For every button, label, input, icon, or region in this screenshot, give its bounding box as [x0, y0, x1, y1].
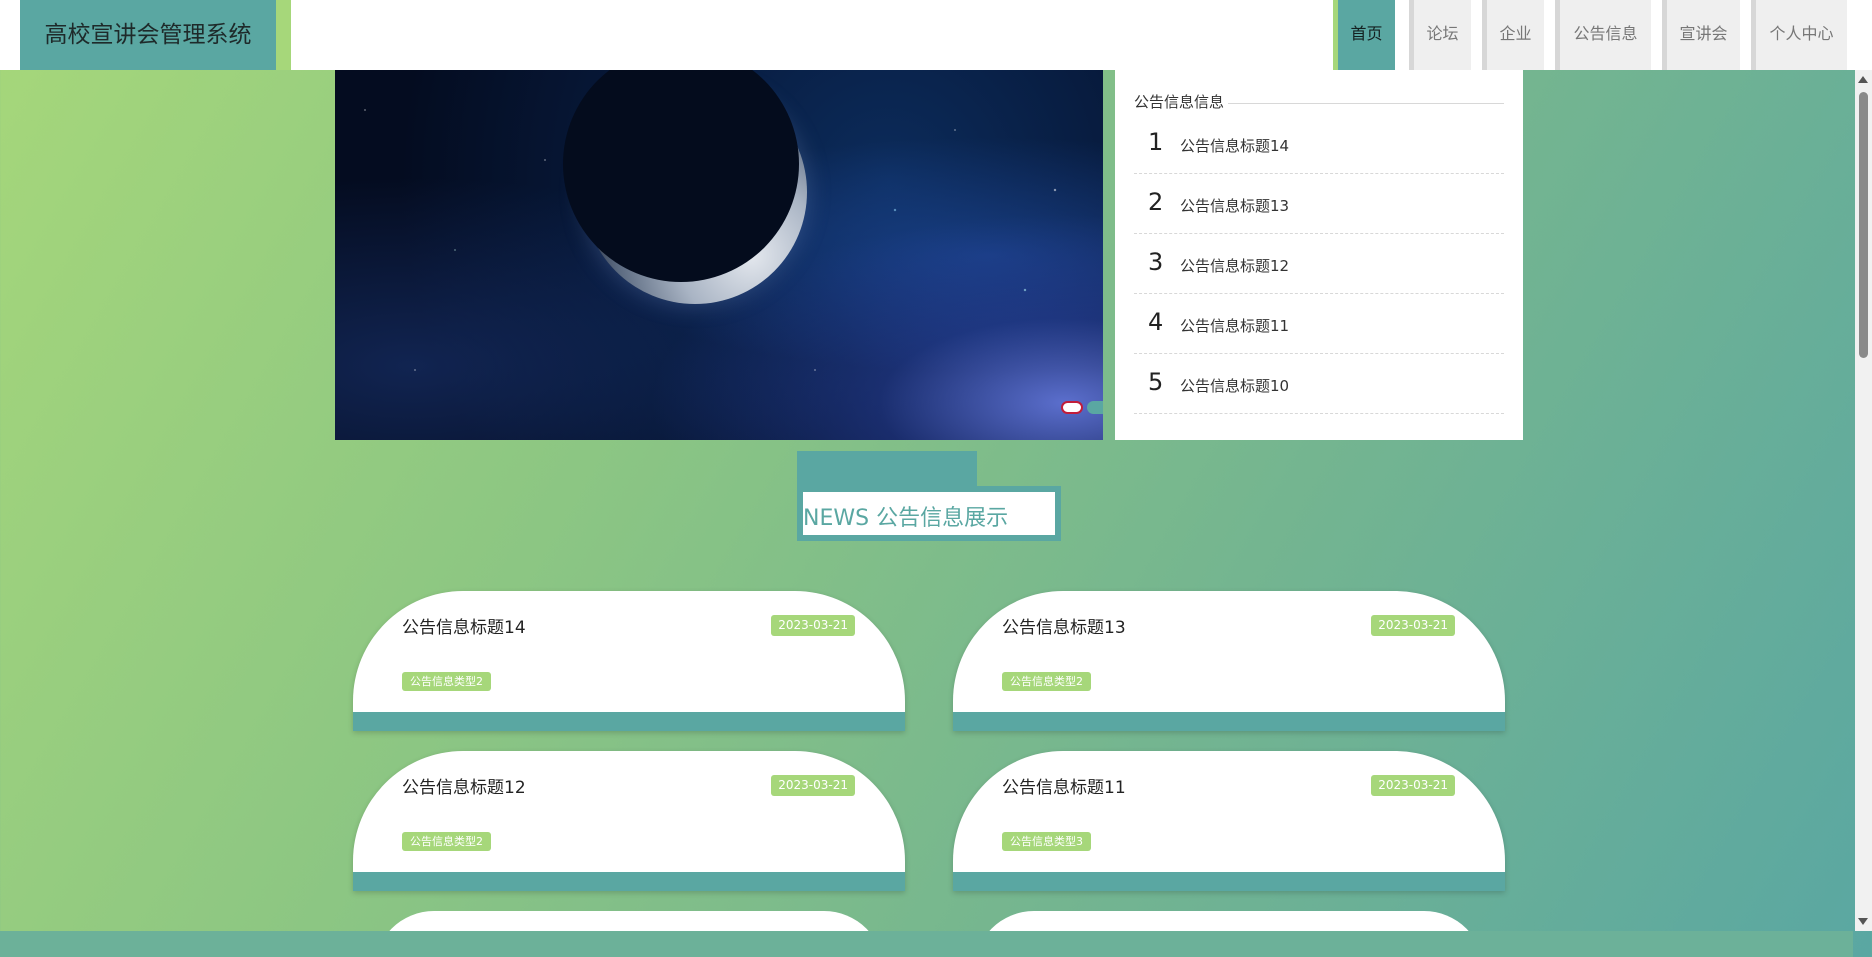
notice-panel: 公告信息信息 1 公告信息标题14 2 公告信息标题13 3 公告信息标题12 … — [1115, 70, 1523, 440]
news-card-title[interactable]: 公告信息标题11 — [1002, 773, 1126, 798]
notice-rank: 2 — [1148, 188, 1164, 216]
section-title: NEWS 公告信息展示 — [803, 506, 1009, 531]
notice-link[interactable]: 公告信息标题11 — [1180, 315, 1289, 336]
news-card-type: 公告信息类型2 — [1002, 672, 1091, 691]
carousel-dot-2[interactable] — [1087, 401, 1103, 414]
news-card-bottom-bar — [953, 712, 1505, 731]
news-card[interactable]: 公告信息标题12 2023-03-21 公告信息类型2 — [353, 751, 905, 891]
notice-link[interactable]: 公告信息标题13 — [1180, 195, 1289, 216]
notice-list-item[interactable]: 1 公告信息标题14 — [1134, 114, 1504, 174]
scroll-thumb[interactable] — [1859, 92, 1868, 358]
notice-list-item[interactable]: 2 公告信息标题13 — [1134, 174, 1504, 234]
news-card-date: 2023-03-21 — [771, 615, 855, 636]
news-card-date: 2023-03-21 — [1371, 775, 1455, 796]
footer-strip — [0, 931, 1853, 957]
carousel-dot-1[interactable] — [1061, 401, 1083, 414]
section-title-block — [797, 451, 977, 487]
notice-link[interactable]: 公告信息标题10 — [1180, 375, 1289, 396]
top-header: 高校宣讲会管理系统 首页 论坛 企业 公告信息 宣讲会 个人中心 — [0, 0, 1872, 70]
notice-rank: 3 — [1148, 248, 1164, 276]
news-card-date: 2023-03-21 — [1371, 615, 1455, 636]
news-card-bottom-bar — [953, 872, 1505, 891]
news-card-title[interactable]: 公告信息标题14 — [402, 613, 526, 638]
news-card-type: 公告信息类型2 — [402, 832, 491, 851]
notice-list-item[interactable]: 3 公告信息标题12 — [1134, 234, 1504, 294]
page-scrollbar[interactable] — [1855, 70, 1872, 931]
news-card[interactable]: 公告信息标题11 2023-03-21 公告信息类型3 — [953, 751, 1505, 891]
scroll-down-arrow-icon[interactable] — [1858, 918, 1868, 925]
notice-panel-title: 公告信息信息 — [1134, 91, 1229, 112]
notice-list-item[interactable]: 4 公告信息标题11 — [1134, 294, 1504, 354]
nav-notices[interactable]: 公告信息 — [1555, 0, 1651, 70]
news-card[interactable]: 公告信息标题14 2023-03-21 公告信息类型2 — [353, 591, 905, 731]
nav-seminars[interactable]: 宣讲会 — [1662, 0, 1740, 70]
news-card-type: 公告信息类型3 — [1002, 832, 1091, 851]
notice-list-item[interactable]: 5 公告信息标题10 — [1134, 354, 1504, 414]
news-card-title[interactable]: 公告信息标题12 — [402, 773, 526, 798]
notice-rank: 4 — [1148, 308, 1164, 336]
nav-enterprise[interactable]: 企业 — [1482, 0, 1544, 70]
nav-personal-center[interactable]: 个人中心 — [1751, 0, 1847, 70]
banner-carousel[interactable] — [335, 70, 1103, 440]
notice-link[interactable]: 公告信息标题12 — [1180, 255, 1289, 276]
news-card[interactable]: 公告信息标题13 2023-03-21 公告信息类型2 — [953, 591, 1505, 731]
title-accent-bar — [276, 0, 291, 70]
news-card-date: 2023-03-21 — [771, 775, 855, 796]
scroll-up-arrow-icon[interactable] — [1858, 76, 1868, 83]
notice-rank: 1 — [1148, 128, 1164, 156]
news-card-title[interactable]: 公告信息标题13 — [1002, 613, 1126, 638]
nav-home[interactable]: 首页 — [1333, 0, 1395, 70]
news-card-bottom-bar — [353, 872, 905, 891]
nav-forum[interactable]: 论坛 — [1409, 0, 1471, 70]
notice-rank: 5 — [1148, 368, 1164, 396]
site-title[interactable]: 高校宣讲会管理系统 — [20, 0, 276, 70]
news-card-bottom-bar — [353, 712, 905, 731]
notice-link[interactable]: 公告信息标题14 — [1180, 135, 1289, 156]
news-card-type: 公告信息类型2 — [402, 672, 491, 691]
